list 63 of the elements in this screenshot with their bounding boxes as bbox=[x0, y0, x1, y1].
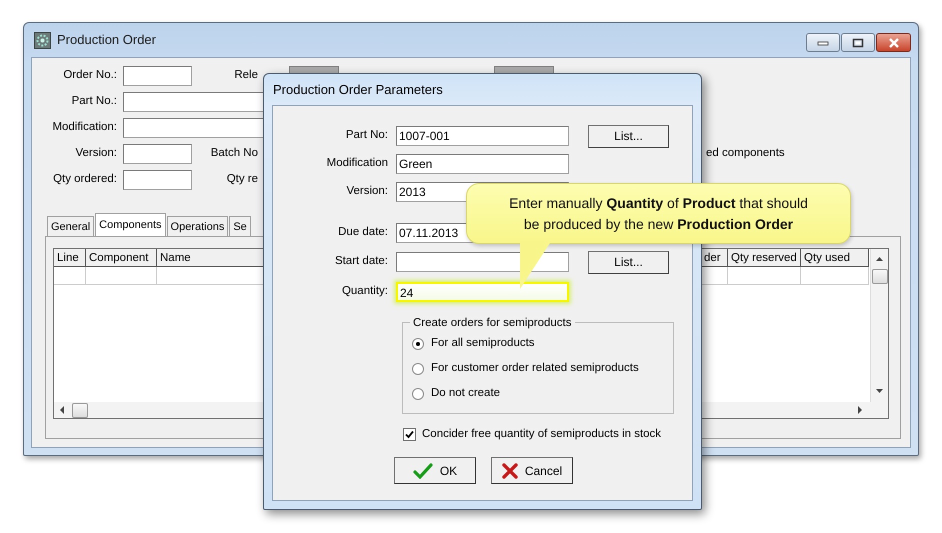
input-field[interactable] bbox=[396, 252, 569, 272]
field-label: Part No.: bbox=[70, 94, 118, 110]
column-header[interactable]: Line bbox=[54, 249, 86, 267]
radio-button[interactable] bbox=[412, 338, 424, 350]
tab[interactable]: Components bbox=[95, 213, 166, 236]
scroll-right-icon[interactable] bbox=[856, 405, 864, 415]
ok-button[interactable]: OK bbox=[394, 457, 476, 484]
minimize-button[interactable] bbox=[806, 33, 840, 52]
list-button[interactable]: List... bbox=[588, 124, 669, 148]
input-field[interactable] bbox=[123, 144, 192, 164]
radio-label[interactable]: For all semiproducts bbox=[431, 334, 535, 352]
maximize-icon bbox=[852, 38, 864, 48]
maximize-button[interactable] bbox=[841, 33, 875, 52]
vertical-scrollbar[interactable] bbox=[870, 249, 888, 402]
field-label: Version: bbox=[345, 184, 389, 200]
callout-tooltip: Enter manually Quantity of Product that should be produced by the new Production Order bbox=[466, 183, 851, 244]
list-button[interactable]: List... bbox=[588, 250, 669, 274]
column-header[interactable]: der bbox=[701, 249, 728, 267]
dialog-title: Production Order Parameters bbox=[273, 80, 443, 99]
tab[interactable]: General bbox=[47, 216, 94, 236]
field-label: Modification bbox=[326, 156, 389, 172]
close-button[interactable] bbox=[876, 33, 911, 52]
input-field[interactable]: 1007-001 bbox=[396, 126, 569, 146]
cross-icon bbox=[502, 462, 518, 479]
field-label: Qty re bbox=[226, 172, 258, 188]
tab[interactable]: Operations bbox=[166, 216, 228, 236]
checkbox[interactable] bbox=[403, 428, 416, 442]
table-cell bbox=[54, 267, 86, 285]
column-header[interactable]: Component bbox=[86, 249, 157, 267]
callout-tail-tooltip bbox=[519, 243, 551, 290]
column-header[interactable]: Qty used bbox=[801, 249, 869, 267]
table-cell bbox=[801, 267, 869, 285]
field-label: Start date: bbox=[334, 254, 389, 270]
scroll-thumb[interactable] bbox=[72, 402, 88, 418]
field-label: Batch No bbox=[210, 146, 258, 162]
scroll-thumb[interactable] bbox=[872, 269, 888, 284]
scroll-left-icon[interactable] bbox=[58, 405, 66, 415]
checkbox-label[interactable]: Concider free quantity of semiproducts in stock bbox=[422, 426, 662, 444]
tab[interactable]: Se bbox=[229, 216, 251, 236]
radio-button[interactable] bbox=[412, 362, 424, 374]
column-header[interactable]: Qty reserved bbox=[728, 249, 801, 267]
checkmark-icon bbox=[412, 462, 433, 479]
input-field[interactable]: 24 bbox=[396, 282, 569, 302]
window-title: Production Order bbox=[57, 31, 156, 50]
field-label: Version: bbox=[74, 146, 118, 162]
field-label: Rele bbox=[233, 68, 258, 84]
radio-button[interactable] bbox=[412, 388, 424, 400]
minimize-icon bbox=[817, 40, 829, 46]
cancel-button[interactable]: Cancel bbox=[491, 457, 573, 484]
input-field[interactable]: Green bbox=[396, 154, 569, 174]
input-field[interactable] bbox=[123, 66, 192, 86]
input-field[interactable] bbox=[123, 170, 192, 190]
field-label: Quantity: bbox=[340, 284, 389, 300]
checkbox-label: ed components bbox=[706, 146, 785, 162]
field-label: Qty ordered: bbox=[52, 172, 118, 188]
field-label: Part No: bbox=[344, 128, 389, 144]
radio-label[interactable]: Do not create bbox=[431, 384, 500, 402]
field-label: Due date: bbox=[337, 225, 389, 240]
field-label: Modification: bbox=[51, 120, 118, 136]
app-icon bbox=[34, 32, 51, 48]
radio-label[interactable]: For customer order related semiproducts bbox=[431, 360, 639, 378]
close-icon bbox=[888, 38, 900, 48]
field-label: Order No.: bbox=[62, 68, 118, 84]
